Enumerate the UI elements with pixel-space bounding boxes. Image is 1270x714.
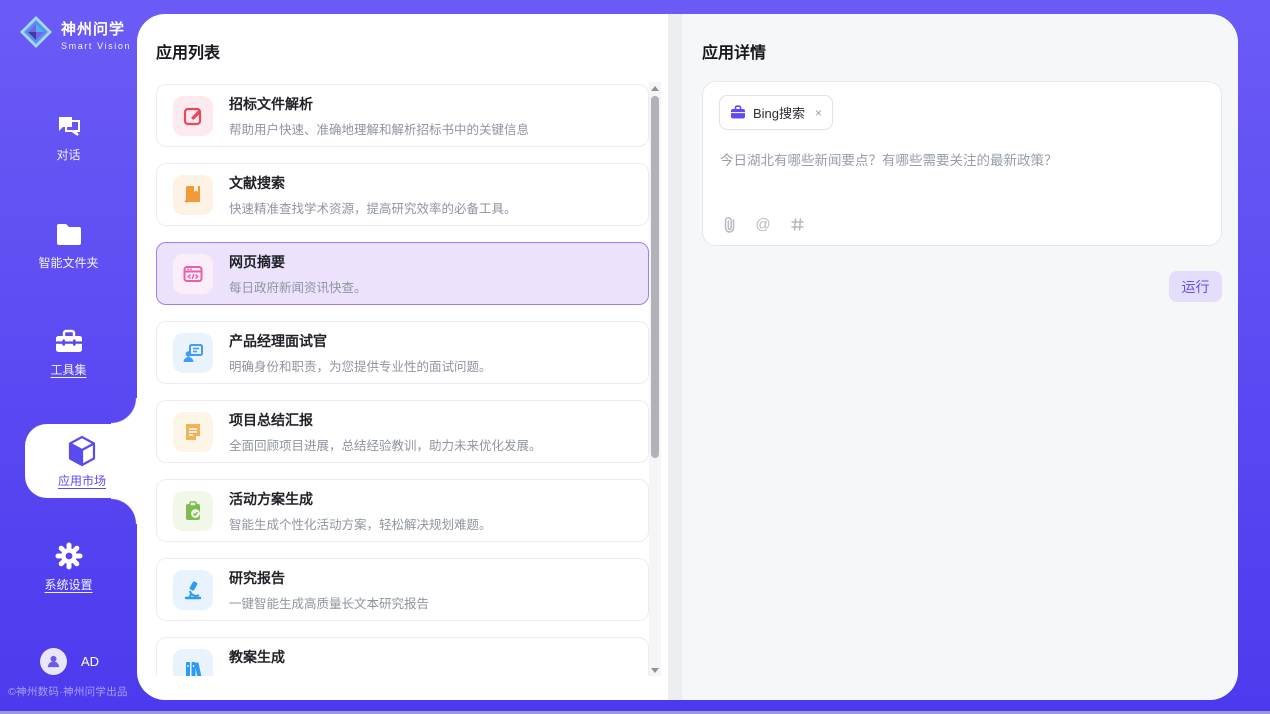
app-card-literature-search[interactable]: 文献搜索 快速精准查找学术资源，提高研究效率的必备工具。: [156, 163, 649, 226]
gear-icon: [0, 542, 137, 570]
microscope-icon: [173, 570, 213, 610]
app-name: 活动方案生成: [229, 489, 492, 509]
app-desc: 每日政府新闻资讯快查。: [229, 277, 367, 296]
logo-subtitle: Smart Vision: [61, 41, 131, 51]
at-icon[interactable]: @: [754, 215, 772, 233]
plugin-chip-label: Bing搜索: [753, 103, 805, 122]
sidebar-item-toolset[interactable]: 工具集: [0, 328, 137, 379]
app-card-lesson-plan[interactable]: 教案生成 模板驱动，教案秒成，教学准备从此轻松快捷: [156, 637, 649, 676]
remove-plugin-icon[interactable]: ×: [815, 106, 822, 120]
prompt-card: Bing搜索 × 今日湖北有哪些新闻要点？有哪些需要关注的最新政策？ @: [702, 81, 1222, 246]
app-list-title: 应用列表: [156, 39, 220, 63]
active-tab-top-curve: [111, 398, 137, 424]
sidebar-item-label: 智能文件夹: [38, 254, 98, 271]
user-account[interactable]: AD: [40, 648, 99, 675]
clipboard-check-icon: [173, 491, 213, 531]
app-name: 招标文件解析: [229, 94, 529, 114]
summary-note-icon: [173, 412, 213, 452]
sidebar-item-label: 系统设置: [44, 576, 92, 593]
app-name: 教案生成: [229, 647, 479, 667]
sidebar-item-label: 工具集: [50, 361, 86, 378]
sidebar: 神州问学 Smart Vision 对话 智能文件夹: [0, 0, 137, 714]
app-name: 文献搜索: [229, 173, 517, 193]
app-card-project-summary[interactable]: 项目总结汇报 全面回顾项目进展，总结经验教训，助力未来优化发展。: [156, 400, 649, 463]
app-name: 项目总结汇报: [229, 410, 542, 430]
app-name: 网页摘要: [229, 252, 367, 272]
app-desc: 一键智能生成高质量长文本研究报告: [229, 593, 429, 612]
app-list-panel: 应用列表 招标文件解析 帮助用户快速、准确地理解和解析招标书中的关键信息: [137, 14, 668, 700]
app-desc: 模板驱动，教案秒成，教学准备从此轻松快捷: [229, 672, 479, 677]
app-card-bid-doc-parse[interactable]: 招标文件解析 帮助用户快速、准确地理解和解析招标书中的关键信息: [156, 84, 649, 147]
scroll-down-arrow-icon[interactable]: [649, 664, 661, 676]
list-scrollbar[interactable]: [649, 82, 661, 676]
app-desc: 帮助用户快速、准确地理解和解析招标书中的关键信息: [229, 119, 529, 138]
app-card-pm-interviewer[interactable]: 产品经理面试官 明确身份和职责，为您提供专业性的面试问题。: [156, 321, 649, 384]
panel-divider: [668, 14, 682, 700]
sidebar-item-smart-folder[interactable]: 智能文件夹: [0, 222, 137, 272]
paperclip-icon[interactable]: [720, 215, 738, 233]
prompt-input[interactable]: 今日湖北有哪些新闻要点？有哪些需要关注的最新政策？: [720, 151, 1200, 171]
app-card-web-summary[interactable]: 网页摘要 每日政府新闻资讯快查。: [156, 242, 649, 305]
app-logo: 神州问学 Smart Vision: [18, 14, 131, 55]
app-name: 研究报告: [229, 568, 429, 588]
cube-icon: [25, 435, 139, 467]
app-detail-panel: 应用详情 Bing搜索 × 今日湖北有哪些新闻要点？有哪些需要关注的最新政策？ …: [682, 14, 1238, 700]
toolbox-icon: [0, 328, 137, 355]
diamond-logo-icon: [18, 14, 54, 55]
person-icon: [46, 654, 61, 669]
app-list: 招标文件解析 帮助用户快速、准确地理解和解析招标书中的关键信息 文献搜索 快速精…: [156, 84, 649, 676]
avatar: [40, 648, 67, 675]
app-desc: 快速精准查找学术资源，提高研究效率的必备工具。: [229, 198, 517, 217]
prompt-toolbar: @: [720, 215, 806, 233]
edit-doc-icon: [173, 96, 213, 136]
app-desc: 明确身份和职责，为您提供专业性的面试问题。: [229, 356, 492, 375]
app-desc: 智能生成个性化活动方案，轻松解决规划难题。: [229, 514, 492, 533]
folder-icon: [0, 222, 137, 248]
scrollbar-thumb[interactable]: [651, 96, 659, 458]
chat-icon: [0, 110, 137, 140]
web-code-icon: [173, 254, 213, 294]
app-name: 产品经理面试官: [229, 331, 492, 351]
books-icon: [173, 649, 213, 677]
briefcase-icon: [730, 105, 746, 120]
scroll-up-arrow-icon[interactable]: [649, 82, 661, 94]
book-icon: [173, 175, 213, 215]
app-detail-title: 应用详情: [702, 39, 766, 63]
copyright-footer: ©神州数码·神州问学出品: [8, 684, 137, 699]
sidebar-item-app-market[interactable]: 应用市场: [25, 424, 139, 498]
app-card-event-plan[interactable]: 活动方案生成 智能生成个性化活动方案，轻松解决规划难题。: [156, 479, 649, 542]
logo-title: 神州问学: [61, 18, 131, 39]
sidebar-item-label: 应用市场: [58, 472, 106, 489]
plugin-chip-bing-search[interactable]: Bing搜索 ×: [719, 95, 833, 130]
sidebar-item-chat[interactable]: 对话: [0, 110, 137, 164]
sidebar-item-settings[interactable]: 系统设置: [0, 542, 137, 594]
interviewer-icon: [173, 333, 213, 373]
run-button[interactable]: 运行: [1169, 271, 1222, 302]
active-tab-bottom-curve: [111, 498, 137, 524]
sidebar-item-label: 对话: [56, 146, 80, 163]
hash-icon[interactable]: [788, 215, 806, 233]
app-card-research-report[interactable]: 研究报告 一键智能生成高质量长文本研究报告: [156, 558, 649, 621]
app-desc: 全面回顾项目进展，总结经验教训，助力未来优化发展。: [229, 435, 542, 454]
user-name: AD: [81, 654, 99, 669]
